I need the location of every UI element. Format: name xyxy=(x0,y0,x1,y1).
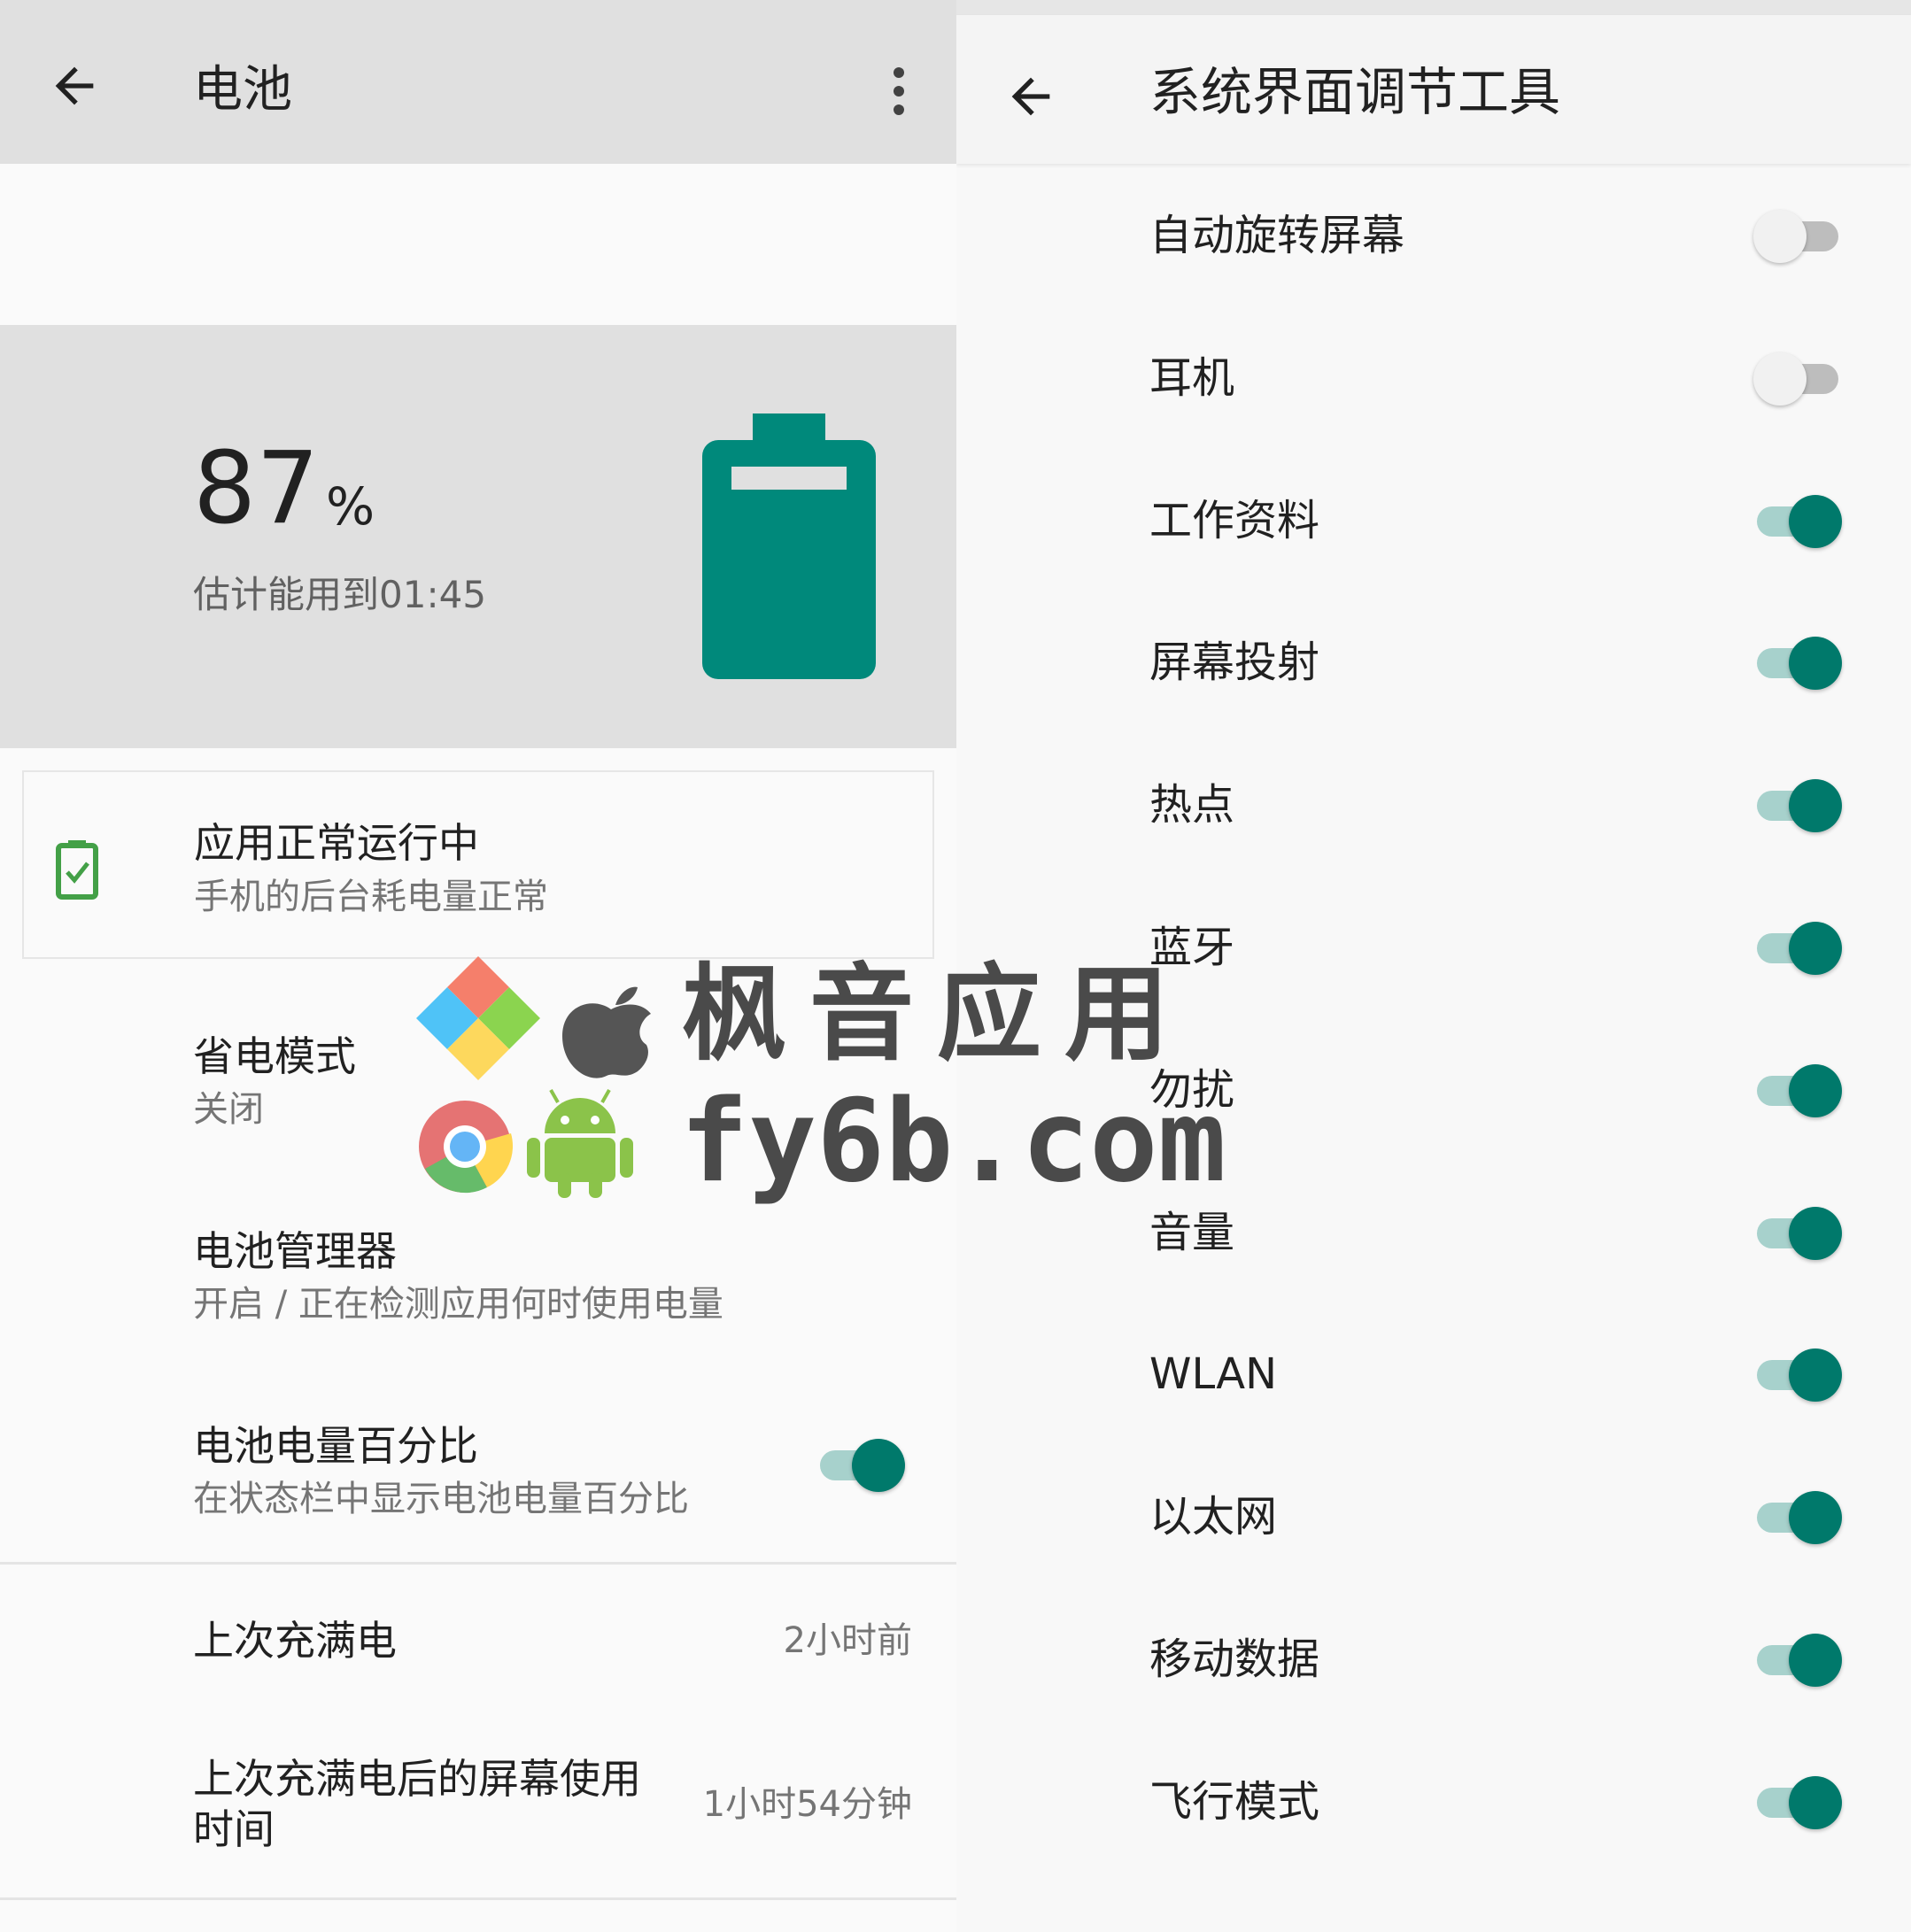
tuner-toggle-switch[interactable] xyxy=(1753,922,1842,975)
pref-subtitle: 关闭 xyxy=(193,1089,264,1130)
tuner-toggle-switch[interactable] xyxy=(1753,494,1842,548)
tuner-row-label: 移动数据 xyxy=(1149,1634,1320,1684)
tuner-row[interactable]: 飞行模式 xyxy=(956,1732,1911,1874)
page-title: 电池 xyxy=(193,61,292,119)
pref-title: 电池电量百分比 xyxy=(193,1422,478,1470)
tuner-row-label: WLAN xyxy=(1149,1349,1278,1400)
tuner-row-label: 热点 xyxy=(1149,780,1235,831)
tuner-toggle-switch[interactable] xyxy=(1753,1063,1842,1117)
battery-percentage-switch[interactable] xyxy=(816,1439,905,1492)
pref-title: 电池管理器 xyxy=(193,1227,397,1275)
tuner-row[interactable]: 屏幕投射 xyxy=(956,592,1911,734)
tuner-toggle-switch[interactable] xyxy=(1753,210,1842,263)
pref-subtitle: 开启 / 正在检测应用何时使用电量 xyxy=(193,1284,723,1325)
info-value: 2小时前 xyxy=(783,1620,912,1661)
battery-level-header: 87 % 估计能用到01:45 xyxy=(0,325,956,748)
tuner-row-label: 自动旋转屏幕 xyxy=(1149,211,1405,260)
battery-percentage-pref[interactable]: 电池电量百分比 在状态栏中显示电池电量百分比 xyxy=(0,1408,956,1541)
pref-title: 省电模式 xyxy=(193,1032,356,1080)
battery-check-icon xyxy=(56,840,98,900)
tuner-row[interactable]: 耳机 xyxy=(956,308,1911,450)
battery-screen: 电池 87 % 估计能用到01:45 应用正常运行中 手机的后台耗电量正常 省电… xyxy=(0,0,956,1932)
battery-saver-pref[interactable]: 省电模式 关闭 xyxy=(0,1018,956,1151)
tuner-row[interactable]: 移动数据 xyxy=(956,1589,1911,1731)
tuner-row-label: 屏幕投射 xyxy=(1149,638,1320,688)
tuner-row[interactable]: 蓝牙 xyxy=(956,877,1911,1019)
last-full-charge-row: 上次充满电 2小时前 xyxy=(0,1603,956,1709)
battery-tip-card[interactable]: 应用正常运行中 手机的后台耗电量正常 xyxy=(22,770,934,959)
tuner-row-label: 以太网 xyxy=(1149,1492,1278,1542)
divider xyxy=(0,1562,956,1565)
tuner-row-label: 飞行模式 xyxy=(1149,1776,1320,1827)
back-arrow-icon[interactable] xyxy=(46,58,103,114)
battery-manager-pref[interactable]: 电池管理器 开启 / 正在检测应用何时使用电量 xyxy=(0,1213,956,1346)
back-arrow-icon[interactable] xyxy=(1002,68,1059,125)
tuner-toggle-switch[interactable] xyxy=(1753,1775,1842,1829)
tip-title: 应用正常运行中 xyxy=(194,819,479,867)
tuner-toggle-switch[interactable] xyxy=(1753,1349,1842,1403)
tuner-row[interactable]: 工作资料 xyxy=(956,451,1911,592)
tuner-toggle-switch[interactable] xyxy=(1753,352,1842,406)
tuner-toggle-switch[interactable] xyxy=(1753,637,1842,691)
more-options-icon[interactable] xyxy=(881,62,917,119)
info-value: 1小时54分钟 xyxy=(702,1784,912,1825)
tuner-row-label: 勿扰 xyxy=(1149,1064,1235,1115)
tuner-toggle-switch[interactable] xyxy=(1753,1634,1842,1687)
tuner-row-label: 工作资料 xyxy=(1149,495,1320,545)
page-title: 系统界面调节工具 xyxy=(1149,62,1561,122)
battery-percent-sign: % xyxy=(326,476,375,537)
tuner-row[interactable]: 热点 xyxy=(956,735,1911,877)
battery-full-icon xyxy=(702,413,876,679)
battery-toolbar: 电池 xyxy=(0,0,956,164)
tuner-row[interactable]: 自动旋转屏幕 xyxy=(956,166,1911,307)
info-title-line1: 上次充满电后的屏幕使用 xyxy=(193,1755,641,1803)
tip-subtitle: 手机的后台耗电量正常 xyxy=(194,877,548,917)
tuner-row-label: 音量 xyxy=(1149,1207,1235,1257)
tuner-row[interactable]: WLAN xyxy=(956,1304,1911,1446)
battery-estimate: 估计能用到01:45 xyxy=(193,573,487,616)
tuner-toggle-switch[interactable] xyxy=(1753,1206,1842,1260)
tuner-toggle-switch[interactable] xyxy=(1753,1491,1842,1545)
divider xyxy=(0,1897,956,1900)
tuner-row[interactable]: 勿扰 xyxy=(956,1020,1911,1162)
system-ui-tuner-screen: 系统界面调节工具 自动旋转屏幕 耳机工作资料屏幕投射热点蓝牙勿扰音量 WLAN 以太网… xyxy=(956,0,1911,1932)
top-strip xyxy=(956,0,1911,15)
tuner-row-label: 蓝牙 xyxy=(1149,923,1235,972)
pref-subtitle: 在状态栏中显示电池电量百分比 xyxy=(193,1479,689,1519)
tuner-row[interactable]: 以太网 xyxy=(956,1447,1911,1588)
tuner-toggle-switch[interactable] xyxy=(1753,779,1842,833)
info-title: 上次充满电 xyxy=(193,1617,397,1665)
tuner-row[interactable]: 音量 xyxy=(956,1163,1911,1304)
tuner-toolbar: 系统界面调节工具 xyxy=(956,15,1911,164)
screen-usage-row: 上次充满电后的屏幕使用 时间 1小时54分钟 xyxy=(0,1749,956,1864)
battery-percent-value: 87 xyxy=(193,431,320,546)
tuner-row-label: 耳机 xyxy=(1149,352,1235,403)
info-title-line2: 时间 xyxy=(193,1805,275,1853)
